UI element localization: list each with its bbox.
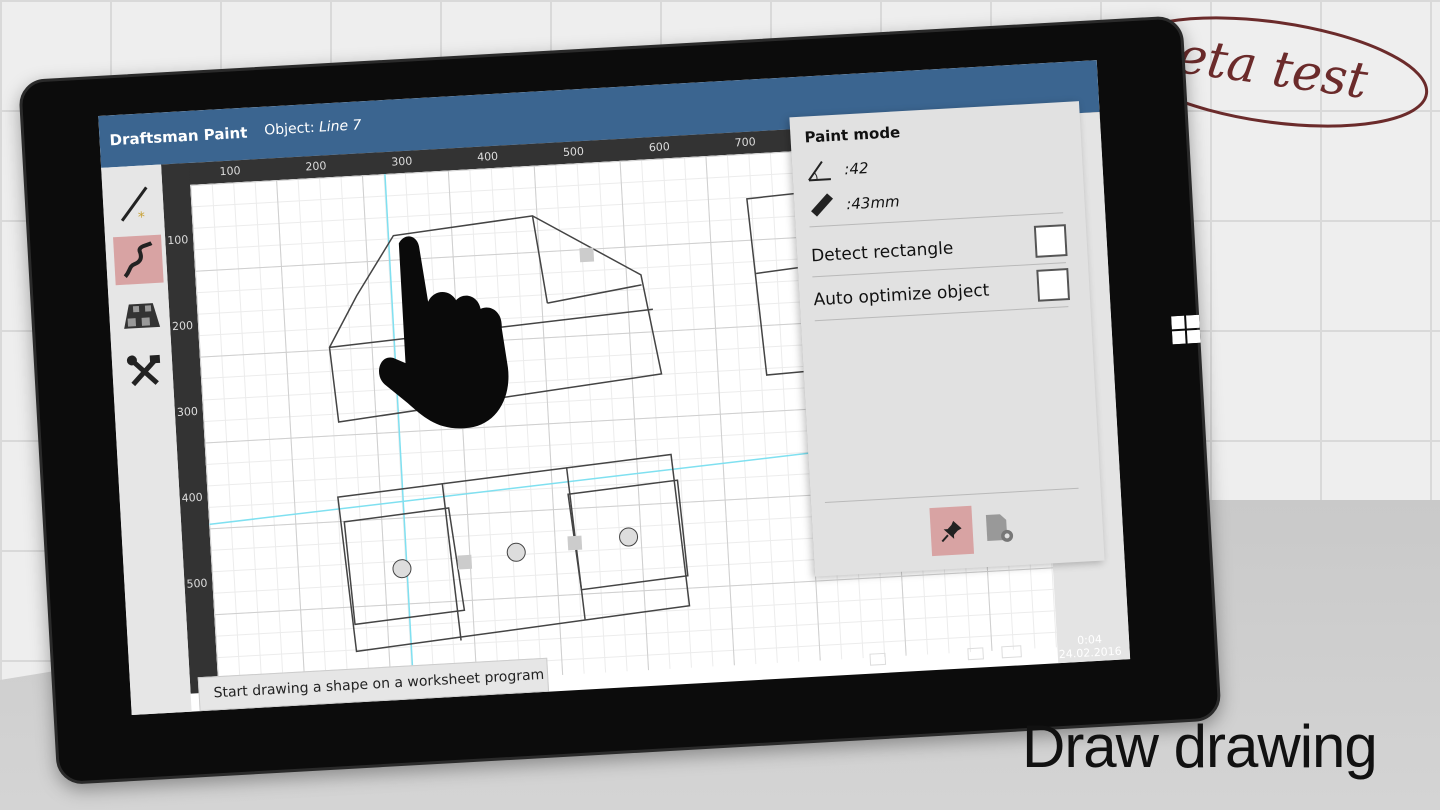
perspective-tool-button[interactable] <box>116 291 167 342</box>
pin-panel-button[interactable] <box>929 505 975 557</box>
panel-separator <box>812 262 1066 278</box>
action-center-icon[interactable] <box>967 647 984 661</box>
object-indicator: Object: Line 7 <box>264 117 362 138</box>
ruler-left-label: 100 <box>166 233 189 248</box>
paint-mode-panel: Paint mode :42 :43mm Detect rectangle Au… <box>789 101 1105 577</box>
ruler-left-label: 500 <box>186 576 208 591</box>
wifi-icon[interactable]: ◠ <box>905 647 918 664</box>
ruler-top-label: 400 <box>476 149 499 164</box>
screen: Draftsman Paint Object: Line 7 100 200 3… <box>98 60 1131 716</box>
clock[interactable]: 0:04 24.02.2016 <box>1058 632 1122 661</box>
document-gear-icon <box>985 514 1014 542</box>
detect-rectangle-option[interactable]: Detect rectangle <box>810 224 1068 266</box>
line-tool-button[interactable]: * <box>110 179 161 230</box>
ruler-top-label: 700 <box>734 135 757 150</box>
document-settings-button[interactable] <box>982 509 1018 547</box>
windows-logo-icon[interactable] <box>1171 314 1201 345</box>
ruler-left-label: 400 <box>181 490 204 505</box>
panel-separator <box>824 487 1079 503</box>
app-title: Draftsman Paint <box>109 123 248 150</box>
ruler-left-label: 300 <box>176 404 199 419</box>
ruler-top-label: 600 <box>648 140 671 155</box>
panel-title: Paint mode <box>804 123 901 147</box>
length-row: :43mm <box>808 189 901 218</box>
clock-date: 24.02.2016 <box>1058 644 1123 662</box>
ruler-top-label: 500 <box>562 144 585 160</box>
auto-optimize-label: Auto optimize object <box>813 280 990 311</box>
pin-icon <box>941 520 962 543</box>
angle-row: :42 <box>806 157 869 182</box>
detect-rectangle-checkbox[interactable] <box>1033 224 1068 258</box>
length-value: :43mm <box>845 192 901 214</box>
ruler-top-label: 300 <box>390 154 413 169</box>
keyboard-icon[interactable] <box>1001 645 1022 659</box>
object-value: Line 7 <box>318 117 362 136</box>
tools-settings-button[interactable] <box>119 346 170 397</box>
line-with-star-icon: * <box>120 186 148 225</box>
caption-text: Draw drawing <box>1022 713 1378 780</box>
detect-rectangle-label: Detect rectangle <box>810 238 954 267</box>
ruler-top-label: 100 <box>219 164 241 179</box>
tablet-device: Draftsman Paint Object: Line 7 100 200 3… <box>18 15 1222 786</box>
checker-plane-icon <box>124 303 161 329</box>
panel-separator <box>814 306 1069 322</box>
ruler-top-label: 200 <box>305 159 327 174</box>
object-label: Object: <box>263 119 315 139</box>
hammer-wrench-icon <box>126 354 161 387</box>
freehand-tool-button[interactable] <box>113 234 164 286</box>
angle-value: :42 <box>843 159 869 179</box>
battery-icon[interactable] <box>869 652 887 666</box>
hand-pointer-icon <box>378 236 509 429</box>
volume-icon[interactable]: ◁ <box>935 645 947 662</box>
auto-optimize-checkbox[interactable] <box>1036 268 1071 302</box>
ruler-icon <box>811 193 834 217</box>
freehand-curve-icon <box>123 241 153 279</box>
svg-text:*: * <box>138 209 146 224</box>
ruler-left-label: 200 <box>171 318 194 334</box>
angle-icon <box>808 161 831 182</box>
